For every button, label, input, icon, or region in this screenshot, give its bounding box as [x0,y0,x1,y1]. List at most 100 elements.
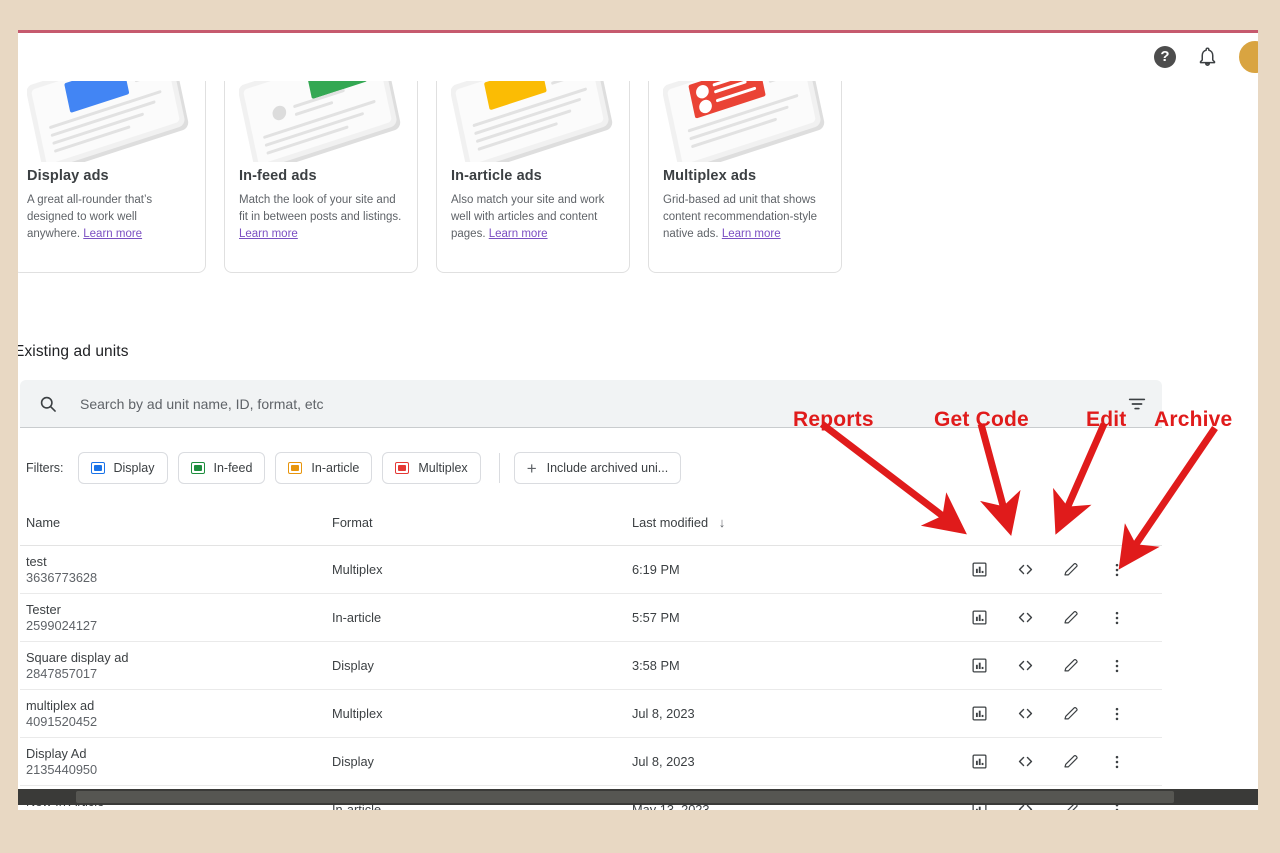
row-actions [932,656,1162,675]
display-ads-illustration [27,81,191,162]
ad-unit-format: Display [332,754,374,769]
learn-more-link[interactable]: Learn more [239,228,298,240]
multiplex-ads-illustration [663,81,827,162]
table-header-row: Name Format Last modified ↓ [20,499,1162,546]
table-row[interactable]: Display Ad 2135440950 Display Jul 8, 202… [20,738,1162,786]
more-menu-icon[interactable] [1094,753,1140,771]
horizontal-scrollbar-thumb[interactable] [76,791,1174,803]
get-code-icon[interactable] [1002,560,1048,579]
reports-icon[interactable] [956,609,1002,626]
learn-more-link[interactable]: Learn more [722,228,781,240]
more-menu-icon[interactable] [1094,657,1140,675]
ad-unit-last-modified: 5:57 PM [632,610,680,625]
card-description: Grid-based ad unit that shows content re… [663,192,827,243]
get-code-icon[interactable] [1002,752,1048,771]
edit-icon[interactable] [1048,753,1094,771]
include-archived-button[interactable]: + Include archived uni... [513,452,682,484]
row-actions [932,752,1162,771]
reports-icon[interactable] [956,705,1002,722]
ad-unit-id: 2135440950 [26,761,98,777]
learn-more-link[interactable]: Learn more [83,228,142,240]
ad-unit-last-modified: Jul 8, 2023 [632,706,695,721]
ad-unit-format: Multiplex [332,562,383,577]
row-actions [932,560,1162,579]
filter-chip-label: In-article [311,461,360,475]
ad-unit-name: Display Ad [26,745,87,761]
bell-icon[interactable] [1194,44,1220,70]
row-actions [932,608,1162,627]
app-window: ? Display ads A great all-rounder that’s… [18,30,1258,810]
filters-label: Filters: [26,461,64,475]
edit-icon[interactable] [1048,561,1094,579]
filter-chip-multiplex[interactable]: Multiplex [382,452,481,484]
column-header-last-modified[interactable]: Last modified ↓ [632,515,932,530]
get-code-icon[interactable] [1002,656,1048,675]
table-row[interactable]: Square display ad 2847857017 Display 3:5… [20,642,1162,690]
more-menu-icon[interactable] [1094,609,1140,627]
ad-format-card-multiplex[interactable]: Multiplex ads Grid-based ad unit that sh… [648,81,842,273]
card-title: Multiplex ads [663,168,757,184]
get-code-icon[interactable] [1002,608,1048,627]
annotation-label-reports: Reports [793,408,874,431]
ad-format-card-in-article[interactable]: In-article ads Also match your site and … [436,81,630,273]
reports-icon[interactable] [956,561,1002,578]
filter-chip-label: In-feed [213,461,253,475]
ad-unit-name-cell: test 3636773628 [20,554,332,586]
ad-unit-id: 3636773628 [26,569,98,585]
user-avatar[interactable] [1238,39,1258,74]
ad-format-cards: Display ads A great all-rounder that’s d… [18,81,1258,273]
table-row[interactable]: Tester 2599024127 In-article 5:57 PM [20,594,1162,642]
ad-format-card-in-feed[interactable]: In-feed ads Match the look of your site … [224,81,418,273]
tune-icon[interactable] [1126,393,1148,415]
ad-unit-last-modified: 6:19 PM [632,562,680,577]
filters-divider [498,453,500,483]
ad-unit-format: Display [332,658,374,673]
ad-unit-format: In-article [332,610,382,625]
annotation-label-archive: Archive [1154,408,1233,431]
ad-unit-id: 2499039122 [26,810,332,811]
in-feed-ads-illustration [239,81,403,162]
reports-icon[interactable] [956,657,1002,674]
reports-icon[interactable] [956,753,1002,770]
plus-icon: + [526,458,537,478]
ad-unit-last-modified: Jul 8, 2023 [632,754,695,769]
row-actions [932,704,1162,723]
ad-unit-name: test [26,553,47,569]
help-icon[interactable]: ? [1152,44,1178,70]
ad-unit-name: Tester [26,601,61,617]
card-description-text: Match the look of your site and fit in b… [239,194,402,223]
table-row[interactable]: test 3636773628 Multiplex 6:19 PM [20,546,1162,594]
ad-unit-name-cell: multiplex ad 4091520452 [20,698,332,730]
ad-unit-id: 2599024127 [26,617,98,633]
include-archived-label: Include archived uni... [546,461,669,475]
filter-chip-in-article[interactable]: In-article [275,452,373,484]
annotation-label-get-code: Get Code [934,408,1029,431]
edit-icon[interactable] [1048,609,1094,627]
column-header-format[interactable]: Format [332,515,632,530]
ad-unit-id: 4091520452 [26,713,98,729]
ad-format-card-display[interactable]: Display ads A great all-rounder that’s d… [18,81,206,273]
card-title: In-feed ads [239,168,317,184]
in-feed-format-icon [190,462,205,474]
ad-unit-last-modified: 3:58 PM [632,658,680,673]
app-top-bar: ? [18,33,1258,81]
ad-unit-name-cell: Display Ad 2135440950 [20,746,332,778]
card-title: Display ads [27,168,109,184]
help-icon-glyph: ? [1154,45,1176,68]
table-row[interactable]: multiplex ad 4091520452 Multiplex Jul 8,… [20,690,1162,738]
in-article-ads-illustration [451,81,615,162]
page-content: Display ads A great all-rounder that’s d… [18,81,1258,810]
filter-chip-display[interactable]: Display [77,452,168,484]
in-article-format-icon [288,462,303,474]
screenshot-root: ? Display ads A great all-rounder that’s… [0,0,1280,853]
learn-more-link[interactable]: Learn more [489,228,548,240]
more-menu-icon[interactable] [1094,705,1140,723]
get-code-icon[interactable] [1002,704,1048,723]
edit-icon[interactable] [1048,657,1094,675]
horizontal-scrollbar[interactable] [18,789,1258,805]
edit-icon[interactable] [1048,705,1094,723]
filter-chip-in-feed[interactable]: In-feed [177,452,266,484]
ad-unit-id: 2847857017 [26,665,98,681]
column-header-name[interactable]: Name [20,515,332,530]
more-menu-icon[interactable] [1094,561,1140,579]
